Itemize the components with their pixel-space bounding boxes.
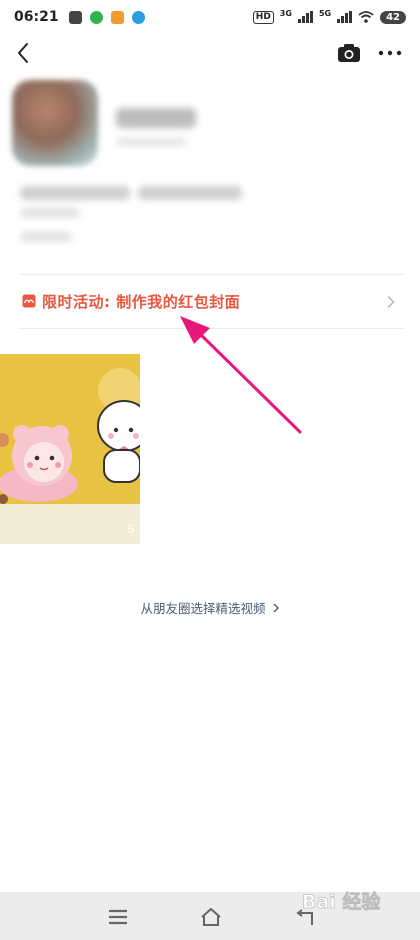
app-notification-icon [110,10,124,24]
status-bar: 06:21 HD 3G 5G 42 [0,0,420,34]
hd-badge: HD [252,10,274,24]
profile-bio-blurred [138,186,242,200]
video-thumbnail-illustration [0,354,140,544]
battery-indicator: 42 [380,10,406,24]
status-right: HD 3G 5G 42 [252,8,406,24]
activity-label: 限时活动: 制作我的红包封面 [42,293,241,311]
featured-video-thumbnail[interactable]: 5 [0,354,140,544]
avatar[interactable] [12,80,98,166]
menu-icon[interactable] [106,906,130,928]
select-from-moments-link[interactable]: 从朋友圈选择精选视频 [0,598,420,617]
chevron-right-icon [273,603,279,613]
profile-id-blurred [116,138,186,146]
red-packet-icon [22,294,36,308]
profile-name-blurred [116,108,196,128]
status-time: 06:21 [14,9,59,25]
wechat-notification-icon [89,10,103,24]
watermark-text: Bai 经验 [302,890,381,913]
profile-bio-blurred [20,186,130,200]
red-packet-cover-activity-row[interactable]: 限时活动: 制作我的红包封面 [0,282,420,322]
baidu-jingyan-watermark: Bai 经验 [302,890,382,914]
chevron-right-icon [387,296,395,308]
notification-icons [68,10,145,24]
divider [18,328,404,329]
telegram-notification-icon [131,10,145,24]
signal-icon [337,11,353,23]
profile-meta-blurred [20,208,80,218]
app-notification-icon [68,10,82,24]
camera-icon[interactable] [336,42,362,64]
home-icon[interactable] [199,906,223,928]
network-label-5g: 5G [318,8,332,18]
signal-icon [297,11,313,23]
video-count: 5 [127,522,134,536]
moments-link-label: 从朋友圈选择精选视频 [140,601,266,616]
profile-header [0,80,420,270]
top-nav [0,34,420,74]
chevron-left-icon[interactable] [12,40,36,66]
network-label-3g: 3G [279,8,292,18]
profile-meta-blurred [20,232,72,242]
wifi-icon [358,11,374,23]
more-dots-icon[interactable] [376,42,404,64]
divider [18,274,404,275]
